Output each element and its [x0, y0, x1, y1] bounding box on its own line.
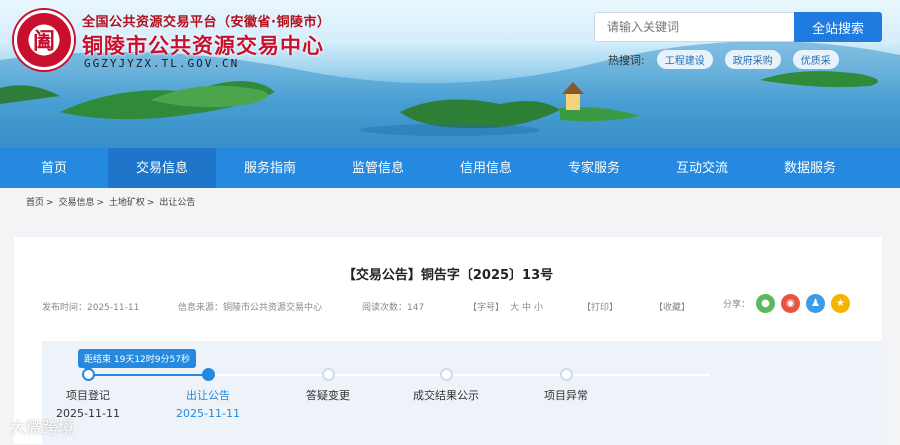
- article-title: 【交易公告】铜告字〔2025〕13号: [342, 268, 554, 283]
- search-bar: 全站搜索: [594, 12, 882, 42]
- countdown-tooltip: 距结束 19天12时9分57秒: [78, 349, 196, 372]
- nav-item-home[interactable]: 首页: [0, 148, 108, 188]
- print-link[interactable]: 【打印】: [582, 300, 618, 313]
- font-size-large[interactable]: 大: [510, 300, 519, 313]
- hot-tag[interactable]: 工程建设: [656, 50, 713, 69]
- hot-search: 热搜词: 工程建设 政府采购 优质采: [608, 50, 839, 69]
- hot-tag[interactable]: 政府采购: [724, 50, 781, 69]
- search-input[interactable]: [594, 12, 794, 42]
- timeline-progress-fill: [88, 374, 208, 376]
- nav-item-service-guide[interactable]: 服务指南: [216, 148, 324, 188]
- step-node: [202, 368, 215, 381]
- qzone-star-icon[interactable]: ★: [831, 294, 850, 313]
- nav-item-experts[interactable]: 专家服务: [540, 148, 648, 188]
- font-size-medium[interactable]: 中: [522, 300, 531, 313]
- step-node: [560, 368, 573, 381]
- breadcrumb-separator: >: [146, 198, 155, 208]
- step-label: 答疑变更: [306, 389, 350, 402]
- header-banner: 阖 全国公共资源交易平台（安徽省·铜陵市） 铜陵市公共资源交易中心 GGZYJY…: [0, 0, 900, 148]
- project-progress: 距结束 19天12时9分57秒 项目登记 出让公告 答疑变更 成交结果公示 项目…: [42, 341, 882, 445]
- step-date: 2025-11-11: [176, 407, 240, 420]
- step-label: 出让公告: [186, 389, 230, 402]
- site-logo[interactable]: 阖: [14, 10, 74, 70]
- logo-glyph: 阖: [32, 28, 56, 55]
- step-node: [82, 368, 95, 381]
- main-nav: 首页 交易信息 服务指南 监管信息 信用信息 专家服务 互动交流 数据服务: [0, 148, 900, 188]
- weibo-icon[interactable]: ◉: [781, 294, 800, 313]
- view-count: 阅读次数：147: [362, 303, 425, 313]
- nav-item-interaction[interactable]: 互动交流: [648, 148, 756, 188]
- nav-item-supervision[interactable]: 监管信息: [324, 148, 432, 188]
- timeline-track: [88, 374, 710, 376]
- breadcrumb-link[interactable]: 交易信息: [58, 198, 94, 208]
- font-size-label: 【字号】: [468, 303, 505, 313]
- font-size-small[interactable]: 小: [534, 300, 543, 313]
- breadcrumb: 首页 > 交易信息 > 土地矿权 > 出让公告: [0, 188, 900, 218]
- breadcrumb-link[interactable]: 首页: [26, 198, 44, 208]
- publish-time: 发布时间：2025-11-11: [42, 303, 140, 313]
- breadcrumb-separator: >: [46, 198, 54, 208]
- breadcrumb-separator: >: [96, 198, 104, 208]
- center-name: 铜陵市公共资源交易中心: [82, 34, 324, 58]
- step-node: [440, 368, 453, 381]
- info-source: 信息来源：铜陵市公共资源交易中心: [178, 303, 323, 313]
- hot-tag[interactable]: 优质采: [792, 50, 839, 69]
- breadcrumb-link[interactable]: 土地矿权: [109, 198, 145, 208]
- nav-item-data-service[interactable]: 数据服务: [756, 148, 864, 188]
- platform-title: 全国公共资源交易平台（安徽省·铜陵市）: [82, 15, 331, 30]
- nav-item-credit[interactable]: 信用信息: [432, 148, 540, 188]
- share-label: 分享：: [722, 300, 750, 310]
- search-button[interactable]: 全站搜索: [794, 12, 882, 42]
- breadcrumb-current: 出让公告: [159, 198, 196, 208]
- hot-search-label: 热搜词:: [608, 53, 645, 67]
- article-card: 【交易公告】铜告字〔2025〕13号 发布时间：2025-11-11 信息来源：…: [14, 236, 882, 445]
- wechat-icon[interactable]: ●: [756, 294, 775, 313]
- qq-icon[interactable]: ♟: [806, 294, 825, 313]
- share-bar: 分享： ● ◉ ♟ ★: [723, 294, 850, 313]
- favorite-link[interactable]: 【收藏】: [654, 300, 690, 313]
- step-label: 项目登记: [66, 389, 110, 402]
- site-url: GGZYJYZX.TL.GOV.CN: [84, 57, 240, 70]
- watermark: 大微跨境: [10, 420, 75, 437]
- step-label: 项目异常: [544, 389, 588, 402]
- step-node: [322, 368, 335, 381]
- nav-item-trade-info[interactable]: 交易信息: [108, 148, 216, 188]
- step-label: 成交结果公示: [413, 389, 479, 402]
